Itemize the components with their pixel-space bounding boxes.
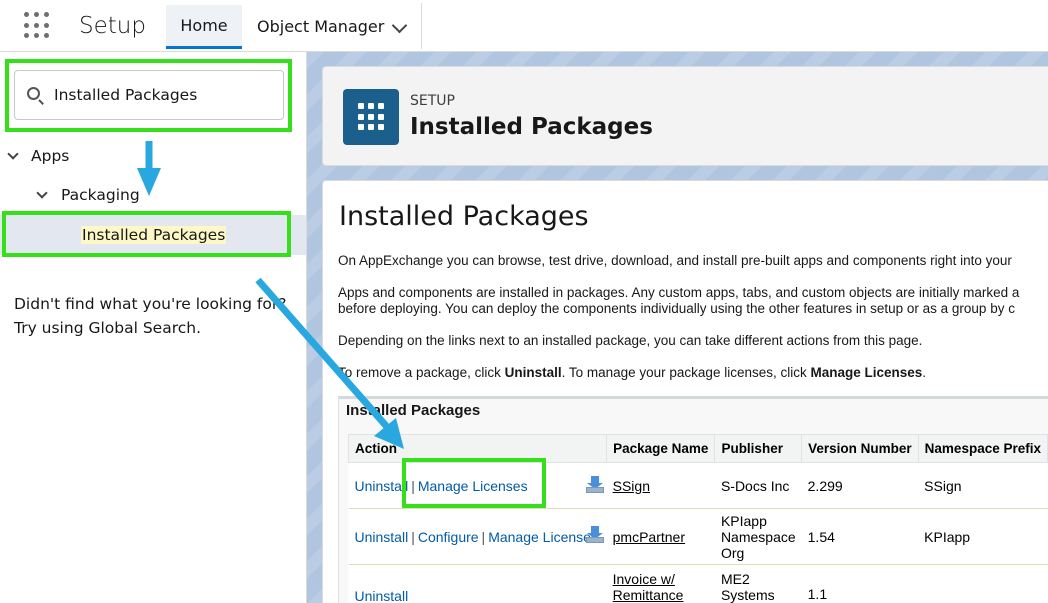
chevron-down-icon[interactable] <box>391 17 408 34</box>
instructions-prefix: To remove a package, click <box>338 365 505 380</box>
package-name-link[interactable]: pmcPartner <box>613 529 685 545</box>
action-cell: Uninstall | Configure | Manage Licenses <box>348 508 607 565</box>
instructions-uninstall: Uninstall <box>504 365 562 380</box>
col-publisher: Publisher <box>714 434 803 463</box>
publisher-cell: S-Docs Inc <box>714 462 802 509</box>
app-launcher-icon[interactable] <box>24 12 51 39</box>
instructions-suffix: . <box>922 365 927 380</box>
instructions-paragraph: To remove a package, click Uninstall. To… <box>338 365 926 381</box>
package-name-link[interactable]: Invoice w/ Remittance <box>613 571 684 603</box>
instructions-middle: . To manage your package licenses, click <box>561 365 811 380</box>
tab-object-manager[interactable]: Object Manager <box>242 3 422 49</box>
annotation-box-manage-licenses <box>402 458 546 508</box>
uninstall-link[interactable]: Uninstall <box>355 478 409 494</box>
version-cell: 1.54 <box>801 508 919 565</box>
namespace-cell: KPIapp <box>918 508 1048 565</box>
publisher-cell: ME2 Systems <box>714 564 802 603</box>
download-icon <box>585 526 605 544</box>
page-header-eyebrow: SETUP <box>410 93 455 109</box>
table-row: Uninstall | Configure | Manage Licenses pmcP… <box>348 508 1048 565</box>
sidebar-help-text: Didn't find what you're looking for? Try… <box>14 292 286 340</box>
page-title: Installed Packages <box>410 114 653 140</box>
app-title: Setup <box>79 13 146 39</box>
packages-paragraph-line2: before deploying. You can deploy the com… <box>338 301 1015 316</box>
section-title: Installed Packages <box>346 402 481 419</box>
annotation-box-menu-item <box>2 211 291 257</box>
intro-paragraph: On AppExchange you can browse, test driv… <box>338 253 1012 268</box>
uninstall-link[interactable]: Uninstall <box>355 529 409 545</box>
action-cell: Uninstall <box>348 564 607 603</box>
download-icon <box>585 476 605 494</box>
actions-paragraph: Depending on the links next to an instal… <box>338 333 923 348</box>
setup-app-icon <box>343 89 399 145</box>
package-name-link[interactable]: SSign <box>613 478 650 494</box>
col-package-name: Package Name <box>606 434 716 463</box>
publisher-cell: KPIapp Namespace Org <box>714 508 802 565</box>
configure-link[interactable]: Configure <box>418 529 479 545</box>
tree-item-packaging[interactable]: Packaging <box>61 186 140 204</box>
help-line-1: Didn't find what you're looking for? <box>14 295 287 313</box>
annotation-box-search <box>5 59 292 132</box>
packages-paragraph-line1: Apps and components are installed in pac… <box>338 285 1020 300</box>
package-name-cell: pmcPartner <box>606 508 715 565</box>
table-row: Uninstall Invoice w/ Remittance ME2 Syst… <box>348 564 1048 603</box>
version-cell: 1.1 <box>801 564 919 603</box>
version-cell: 2.299 <box>801 462 919 509</box>
content-title: Installed Packages <box>339 201 589 232</box>
help-line-2: Try using Global Search. <box>14 319 202 337</box>
package-name-cell: Invoice w/ Remittance <box>606 564 715 603</box>
instructions-manage: Manage Licenses <box>810 365 923 380</box>
col-version: Version Number <box>801 434 919 463</box>
manage-licenses-link[interactable]: Manage Licenses <box>488 529 598 545</box>
namespace-cell <box>918 564 1048 603</box>
namespace-cell: SSign <box>918 462 1048 509</box>
col-namespace: Namespace Prefix <box>917 434 1048 463</box>
tree-item-apps[interactable]: Apps <box>31 147 69 165</box>
tab-home[interactable]: Home <box>166 3 242 49</box>
global-header: Setup Home Object Manager <box>0 0 1048 52</box>
tab-object-manager-label: Object Manager <box>257 16 385 36</box>
uninstall-link[interactable]: Uninstall <box>355 588 409 603</box>
package-name-cell: SSign <box>606 462 715 509</box>
